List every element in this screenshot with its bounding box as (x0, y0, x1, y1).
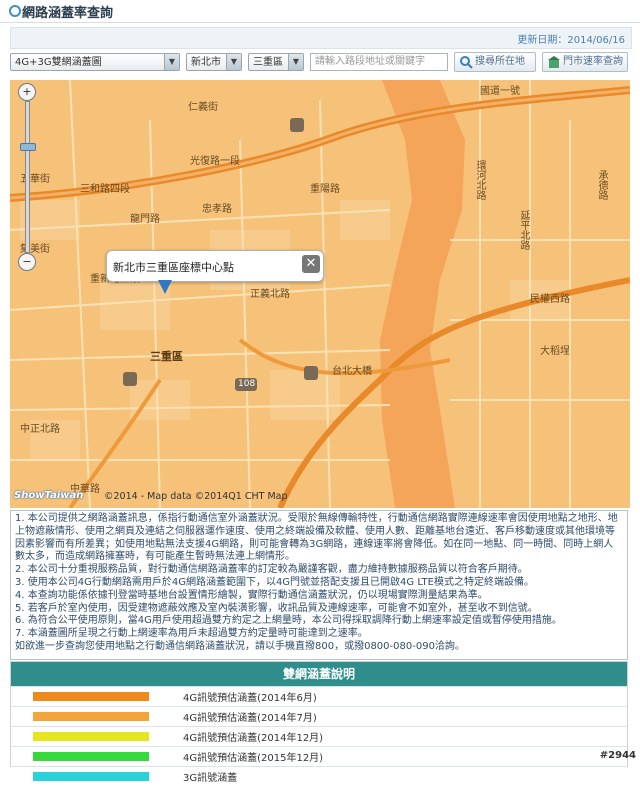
chevron-down-icon: ▼ (226, 54, 241, 70)
note-item: 3. 使用本公司4G行動網路需用戶於4G網路涵蓋範圍下，以4G門號並搭配支援且已… (15, 576, 534, 588)
map-label: 光復路一段 (190, 156, 240, 167)
title-bullet-icon (9, 5, 21, 17)
page-title: 網路涵蓋率查詢 (22, 6, 114, 21)
district-select[interactable]: 三重區 ▼ (248, 53, 304, 71)
legend-row: 4G訊號預估涵蓋(2015年12月) (11, 746, 627, 766)
legend-swatch (33, 772, 149, 781)
legend-row: 4G訊號預估涵蓋(2014年7月) (11, 706, 627, 726)
coverage-legend: 雙網涵蓋說明 4G訊號預估涵蓋(2014年6月) 4G訊號預估涵蓋(2014年7… (10, 661, 628, 784)
legend-swatch (33, 712, 149, 721)
chevron-down-icon: ▼ (164, 54, 179, 70)
note-item: 5. 若客戶於室內使用，因受建物遮蔽效應及室內裝潢影響，收訊品質及連線速率，可能… (15, 602, 538, 614)
legend-label: 4G訊號預估涵蓋(2014年6月) (183, 693, 317, 704)
map-logo: ShowTaiwan (14, 490, 84, 501)
location-popup: 新北市三重區座標中心點 ✕ (106, 250, 324, 282)
map-label: 龍門路 (130, 214, 160, 225)
map-label: 台北大橋 (332, 366, 372, 377)
note-item: 2. 本公司十分重視服務品質，對行動通信網路涵蓋率的訂定較為嚴謹客觀，盡力維持數… (15, 564, 528, 576)
legend-label: 4G訊號預估涵蓋(2014年7月) (183, 713, 317, 724)
map-label: 正義北路 (250, 289, 290, 300)
map-label: 中正北路 (20, 424, 60, 435)
legend-row: 4G訊號預估涵蓋(2014年12月) (11, 726, 627, 746)
map-label: 仁義街 (188, 102, 218, 113)
map-label: 大稻埕 (540, 346, 570, 357)
zoom-in-button[interactable]: + (18, 83, 36, 101)
note-item: 1. 本公司提供之網路涵蓋訊息，係指行動通信室外涵蓋狀況。受限於無線傳輸特性，行… (15, 513, 618, 563)
map-label: 民權西路 (530, 294, 570, 305)
coverage-notes: 1. 本公司提供之網路涵蓋訊息，係指行動通信室外涵蓋狀況。受限於無線傳輸特性，行… (10, 510, 628, 660)
legend-swatch (33, 692, 149, 701)
title-bar: 網路涵蓋率查詢 (0, 0, 640, 23)
road-shield-label: 108 (238, 379, 256, 389)
store-speed-button-label: 門市速率查詢 (563, 56, 623, 67)
zoom-in-icon: + (22, 85, 32, 98)
city-select[interactable]: 新北市 ▼ (186, 53, 242, 71)
map-copyright: ©2014 - Map data ©2014Q1 CHT Map (104, 491, 288, 502)
note-item: 7. 本涵蓋圖所呈現之行動上網速率為用戶未超過雙方約定量時可能達到之速率。 (15, 628, 368, 640)
map-label: 重陽路 (310, 184, 340, 195)
map-label: 環河北路 (474, 160, 485, 200)
chevron-down-icon: ▼ (288, 54, 303, 70)
zoom-out-button[interactable]: − (18, 253, 36, 271)
update-bar: 更新日期：2014/06/16 (10, 27, 632, 49)
close-icon[interactable]: ✕ (302, 255, 320, 273)
locate-button[interactable]: 搜尋所在地 (454, 52, 536, 72)
legend-swatch (33, 732, 149, 741)
legend-label: 4G訊號預估涵蓋(2014年12月) (183, 733, 324, 744)
locate-button-label: 搜尋所在地 (475, 56, 525, 67)
zoom-out-icon: − (22, 255, 32, 268)
legend-row: 3G訊號涵蓋 (11, 766, 627, 786)
city-select-value: 新北市 (191, 57, 221, 68)
legend-label: 4G訊號預估涵蓋(2015年12月) (183, 753, 324, 764)
note-item: 4. 本查詢功能係依據刊登當時基地台設置情形繪製，實際行動通信涵蓋狀況，仍以現場… (15, 589, 488, 601)
legend-title: 雙網涵蓋說明 (11, 662, 627, 686)
district-select-value: 三重區 (253, 57, 283, 68)
location-marker-icon[interactable] (158, 280, 172, 294)
search-input[interactable]: 請輸入路段地址或關鍵字 (310, 53, 448, 71)
map-label: 忠孝路 (202, 204, 232, 215)
search-placeholder: 請輸入路段地址或關鍵字 (315, 56, 425, 67)
legend-swatch (33, 752, 149, 761)
store-icon (548, 56, 560, 68)
map-label: 三和路四段 (80, 184, 130, 195)
network-select[interactable]: 4G+3G雙網涵蓋圖 ▼ (10, 53, 180, 71)
legend-row: 4G訊號預估涵蓋(2014年6月) (11, 686, 627, 706)
network-select-value: 4G+3G雙網涵蓋圖 (15, 57, 102, 68)
search-icon (460, 56, 473, 69)
note-item: 6. 為符合公平使用原則，當4G用戶使用超過雙方約定之上網量時，本公司得採取調降… (15, 615, 562, 627)
store-speed-button[interactable]: 門市速率查詢 (542, 52, 628, 72)
legend-label: 3G訊號涵蓋 (183, 773, 238, 784)
map-label: 三重區 (150, 350, 183, 363)
map-label: 國道一號 (480, 86, 520, 97)
popup-text: 新北市三重區座標中心點 (113, 261, 234, 274)
note-item: 如欲進一步查詢您使用地點之行動通信網路涵蓋狀況，請以手機直撥800，或撥0800… (15, 640, 465, 652)
zoom-slider-track[interactable] (25, 101, 30, 253)
zoom-control: + − (18, 81, 36, 271)
update-date: 更新日期：2014/06/16 (517, 35, 625, 46)
zoom-slider-thumb[interactable] (20, 143, 36, 151)
coverage-map[interactable]: 仁義街 三和路四段 五華街 國道一號 光復路一段 集美街 忠孝路 重新路五段 正… (10, 80, 630, 508)
map-label: 承德路 (596, 170, 607, 200)
watermark: #2944 (599, 750, 636, 761)
map-label: 延平北路 (518, 210, 529, 250)
